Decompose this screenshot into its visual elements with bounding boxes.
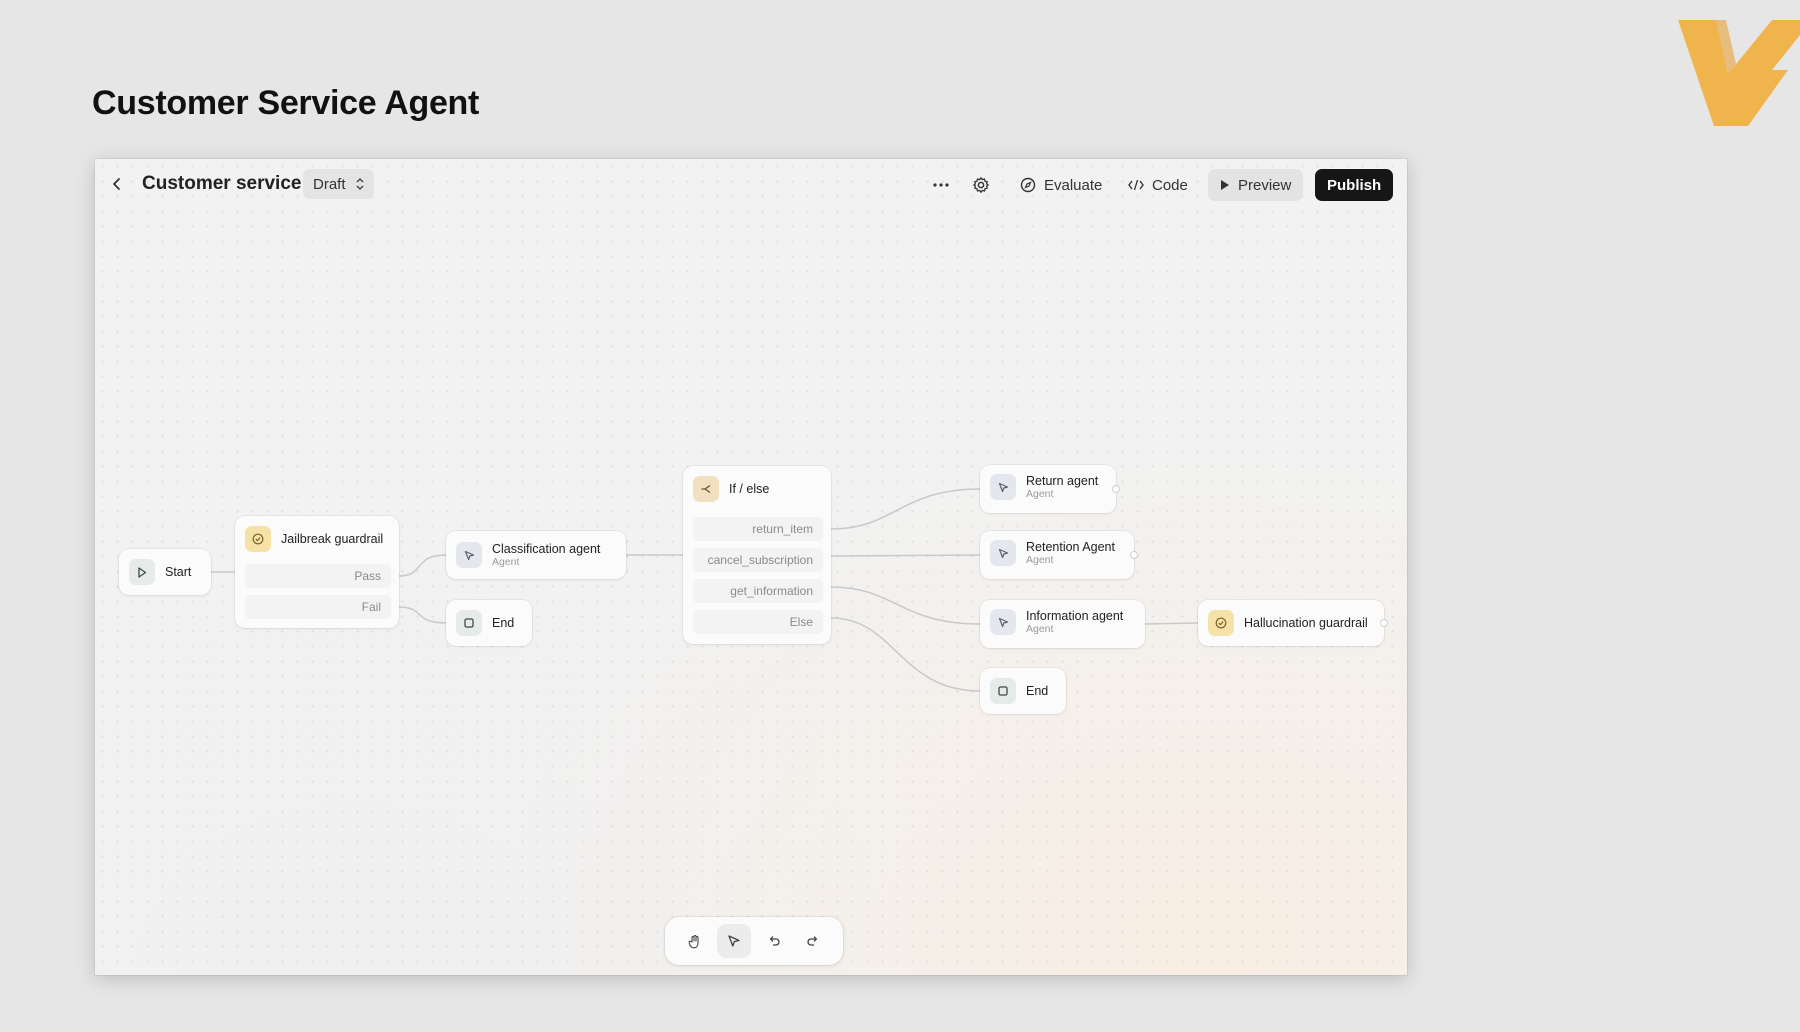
redo-icon[interactable]	[796, 924, 830, 958]
condition-cancel-subscription[interactable]: cancel_subscription	[693, 548, 823, 572]
hallucination-guardrail-node[interactable]: Hallucination guardrail	[1198, 600, 1388, 646]
agent-pointer-icon	[990, 474, 1016, 500]
return-agent-node[interactable]: Return agent Agent	[980, 465, 1120, 513]
agent-pointer-icon	[456, 542, 482, 568]
shield-check-icon	[1208, 610, 1234, 636]
return-agent-title: Return agent	[1026, 474, 1099, 488]
edge-cancel	[830, 554, 981, 557]
edge-pass-classification	[398, 554, 447, 577]
v-logo-icon	[1678, 20, 1800, 126]
end-node[interactable]: End	[980, 668, 1066, 714]
stop-square-icon	[456, 610, 482, 636]
hand-icon[interactable]	[678, 924, 712, 958]
agent-pointer-icon	[990, 540, 1016, 566]
retention-agent-node[interactable]: Retention Agent Agent	[980, 531, 1138, 579]
information-agent-title: Information agent	[1026, 609, 1124, 623]
output-fail[interactable]: Fail	[245, 595, 391, 619]
agent-pointer-icon	[990, 609, 1016, 635]
condition-return-item[interactable]: return_item	[693, 517, 823, 541]
output-handle[interactable]	[1130, 551, 1138, 559]
information-agent-node[interactable]: Information agent Agent	[980, 600, 1145, 648]
end-node-title: End	[492, 616, 515, 630]
edge-else	[830, 617, 981, 692]
undo-icon[interactable]	[757, 924, 791, 958]
output-pass[interactable]: Pass	[245, 564, 391, 588]
jailbreak-guardrail-node[interactable]: Jailbreak guardrail Pass Fail	[235, 516, 399, 628]
condition-else[interactable]: Else	[693, 610, 823, 634]
canvas-toolbar	[665, 917, 843, 965]
classification-agent-node[interactable]: Classification agent Agent	[446, 531, 626, 579]
output-handle[interactable]	[1112, 485, 1120, 493]
edge-info	[830, 586, 981, 625]
branch-icon	[693, 476, 719, 502]
start-node[interactable]: Start	[119, 549, 211, 595]
if-else-title: If / else	[729, 482, 770, 496]
start-node-title: Start	[165, 565, 192, 579]
pointer-icon[interactable]	[717, 924, 752, 958]
if-else-node[interactable]: If / else return_item cancel_subscriptio…	[683, 466, 831, 644]
condition-get-information[interactable]: get_information	[693, 579, 823, 603]
retention-agent-title: Retention Agent	[1026, 540, 1115, 554]
edge-info-hallucination	[1144, 622, 1199, 625]
edge-return	[830, 488, 981, 530]
jailbreak-guardrail-title: Jailbreak guardrail	[281, 532, 384, 546]
output-handle[interactable]	[1380, 619, 1388, 627]
classification-agent-title: Classification agent	[492, 542, 601, 556]
edge-fail-end	[398, 606, 447, 624]
information-agent-subtitle: Agent	[1026, 623, 1054, 635]
classification-agent-subtitle: Agent	[492, 556, 520, 568]
end-node-title: End	[1026, 684, 1049, 698]
hallucination-guardrail-title: Hallucination guardrail	[1244, 616, 1368, 630]
shield-check-icon	[245, 526, 271, 552]
play-icon	[129, 559, 155, 585]
retention-agent-subtitle: Agent	[1026, 554, 1054, 566]
end-node[interactable]: End	[446, 600, 532, 646]
slide-title: Customer Service Agent	[92, 84, 480, 122]
stop-square-icon	[990, 678, 1016, 704]
workflow-editor-window: Customer service Draft Evaluate Code Pre…	[95, 159, 1407, 975]
return-agent-subtitle: Agent	[1026, 488, 1054, 500]
